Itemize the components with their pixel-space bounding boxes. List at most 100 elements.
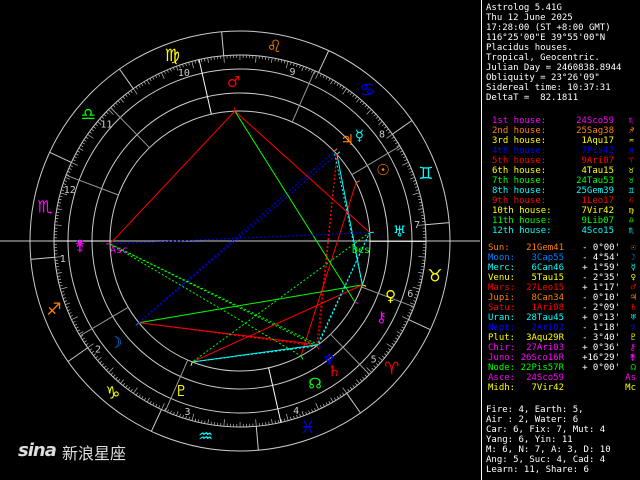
degree-tick (401, 153, 405, 156)
degree-tick (185, 63, 187, 67)
degree-tick (283, 60, 286, 64)
degree-tick (408, 167, 412, 170)
planet-label: Juno: (488, 353, 516, 363)
aries-icon: ♈ (384, 359, 399, 379)
sign-icon: ♎ (628, 216, 634, 226)
aquarius-icon: ♒ (198, 427, 213, 447)
degree-tick (319, 73, 322, 77)
planet-position: 27Ari03 (526, 343, 564, 353)
zodiac-sign-glyphs: ♈ ♉ ♊ ♋ ♌ ♍ ♎ ♏ ♐ ♑ ♒ ♓ (37, 37, 442, 447)
degree-tick (120, 98, 124, 103)
planet-position: 28Tau45 (526, 313, 564, 323)
degree-tick (141, 396, 144, 399)
degree-tick (412, 192, 420, 195)
degree-tick (112, 374, 116, 378)
degree-tick (93, 126, 96, 129)
degree-tick (82, 142, 85, 145)
degree-tick (387, 131, 391, 134)
planet-icon: ☽ (630, 253, 636, 263)
degree-tick (194, 60, 197, 64)
aspect-line (317, 154, 338, 345)
planet-position: 6Can46 (531, 263, 564, 273)
degree-tick (399, 329, 403, 332)
degree-tick (407, 164, 411, 167)
planet-position: 3Aqu29R (526, 333, 564, 343)
planet-speed: + 1°59' (582, 263, 620, 273)
degree-tick (391, 136, 395, 139)
degree-tick (308, 68, 310, 72)
angle-labels: Asc Des (110, 245, 370, 256)
planet-icon: Mc (625, 383, 636, 393)
degree-tick (58, 198, 62, 201)
degree-tick (197, 59, 200, 63)
house-position: 1Aqu17 (581, 136, 614, 146)
cancer-icon: ♋ (360, 80, 375, 100)
planet-icon: ♅ (630, 313, 636, 323)
libra-icon: ♎ (81, 105, 96, 125)
planet-marker (336, 151, 341, 155)
degree-tick (152, 76, 155, 80)
degree-tick (110, 372, 114, 376)
header-line: Astrolog 5.41G (486, 3, 562, 13)
mercury-icon: ☿ (355, 126, 364, 144)
degree-tick (80, 144, 84, 148)
degree-tick (342, 392, 345, 396)
degree-tick (415, 189, 419, 191)
degree-tick (299, 413, 301, 417)
degree-tick (173, 411, 175, 415)
degree-tick (319, 405, 322, 409)
degree-tick (305, 411, 308, 415)
degree-tick (78, 331, 84, 335)
degree-tick (158, 405, 161, 409)
planet-marker (355, 180, 360, 184)
degree-tick (366, 106, 370, 110)
taurus-icon: ♉ (427, 266, 442, 286)
planet-label: Plut: (488, 333, 516, 343)
degree-tick (146, 397, 150, 403)
juno-icon: ⚵ (75, 237, 86, 255)
degree-tick (152, 402, 155, 406)
house-position: 4Tau15 (581, 166, 614, 176)
degree-tick (401, 326, 405, 329)
degree-tick (395, 337, 398, 340)
sign-divider (392, 120, 413, 135)
degree-tick (354, 96, 358, 99)
degree-tick (409, 176, 415, 180)
planet-label: Chir: (488, 343, 516, 353)
degree-tick (382, 355, 385, 359)
pluto-icon: ♇ (175, 382, 188, 400)
planet-marker (300, 355, 304, 360)
degree-tick (373, 365, 377, 369)
sign-icon: ♒ (628, 136, 634, 146)
house-number: 9 (289, 67, 295, 78)
house-number: 8 (379, 130, 385, 141)
sign-divider (318, 50, 330, 73)
degree-tick (191, 61, 194, 69)
house-label: 4th house: (492, 146, 547, 156)
degree-tick (315, 403, 319, 410)
planet-speed: +16°29' (582, 353, 620, 363)
summary-line: Fire: 4, Earth: 5, (486, 405, 584, 415)
degree-tick (103, 113, 107, 117)
degree-tick (115, 102, 118, 106)
planet-speed: - 0°00' (582, 243, 620, 253)
degree-tick (54, 224, 62, 226)
degree-tick (277, 419, 280, 423)
planet-position: 2Ari02 (531, 323, 564, 333)
degree-tick (67, 309, 71, 312)
planet-speed: + 0°00' (582, 363, 620, 373)
house-position: 25Sag38 (576, 126, 614, 136)
degree-tick (58, 281, 62, 284)
sign-divider (49, 151, 72, 163)
house-number: 2 (95, 344, 101, 355)
planet-marker (333, 148, 338, 152)
summary-line: Learn: 11, Share: 6 (486, 465, 589, 475)
degree-tick (347, 388, 350, 392)
summary-line: Yang: 6, Yin: 11 (486, 435, 573, 445)
house-cusp-line (198, 59, 212, 115)
house-position: 7Vir42 (581, 206, 614, 216)
degree-tick (311, 69, 313, 73)
sign-icon: ♉ (628, 166, 634, 176)
degree-tick (176, 410, 179, 416)
degree-tick (305, 67, 307, 71)
